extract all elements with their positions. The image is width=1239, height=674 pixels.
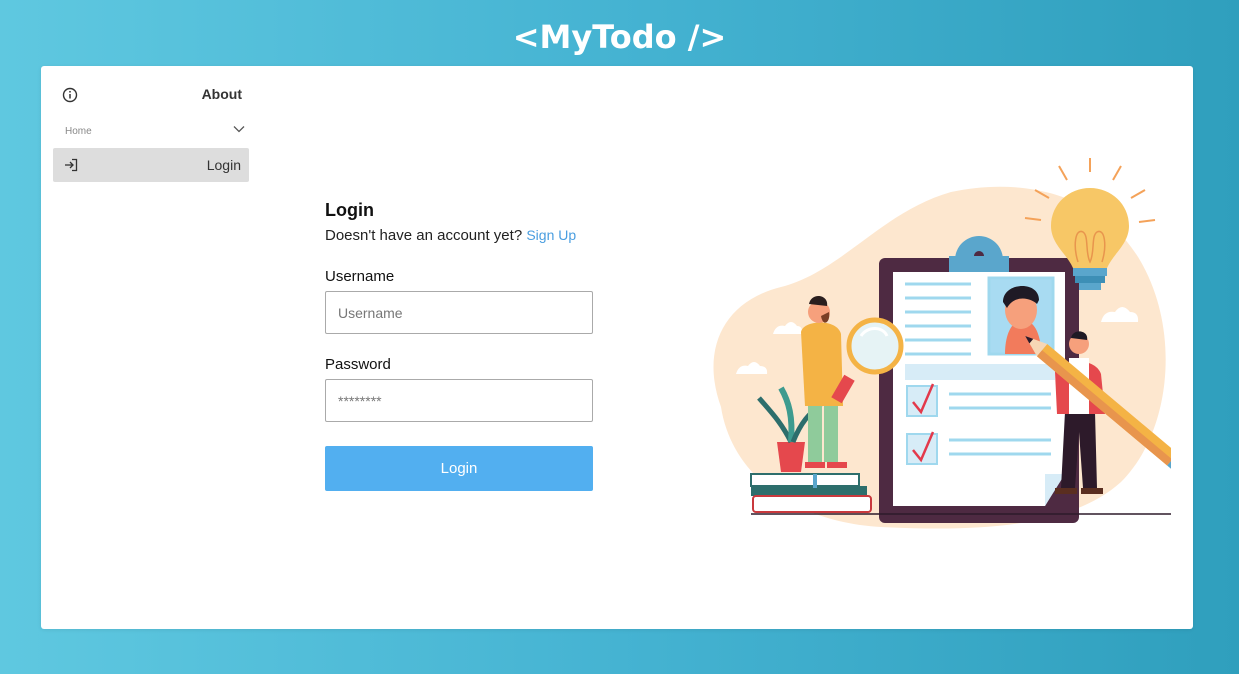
login-illustration	[713, 158, 1171, 529]
username-label: Username	[325, 268, 395, 285]
password-label: Password	[325, 356, 391, 373]
username-input[interactable]	[325, 291, 593, 334]
sidebar-item-login[interactable]: Login	[53, 148, 249, 182]
about-link[interactable]: About	[53, 78, 249, 110]
home-label: Home	[65, 126, 92, 137]
login-button[interactable]: Login	[325, 446, 593, 491]
info-icon	[62, 87, 78, 103]
sidebar: About Home Login	[53, 78, 249, 182]
signup-link[interactable]: Sign Up	[526, 227, 576, 243]
password-input[interactable]	[325, 379, 593, 422]
login-icon	[65, 158, 78, 172]
main-card: About Home Login Login Doesn't have an a…	[41, 66, 1193, 629]
chevron-down-icon	[233, 126, 245, 133]
about-label: About	[201, 86, 242, 102]
app-title: <MyTodo />	[512, 18, 727, 56]
login-form: Login Doesn't have an account yet? Sign …	[325, 200, 593, 491]
home-section-toggle[interactable]: Home	[53, 112, 249, 148]
sidebar-item-label: Login	[206, 157, 241, 173]
login-title: Login	[325, 200, 374, 220]
signup-prompt-text: Doesn't have an account yet?	[325, 227, 523, 244]
signup-prompt: Doesn't have an account yet? Sign Up	[325, 227, 593, 244]
